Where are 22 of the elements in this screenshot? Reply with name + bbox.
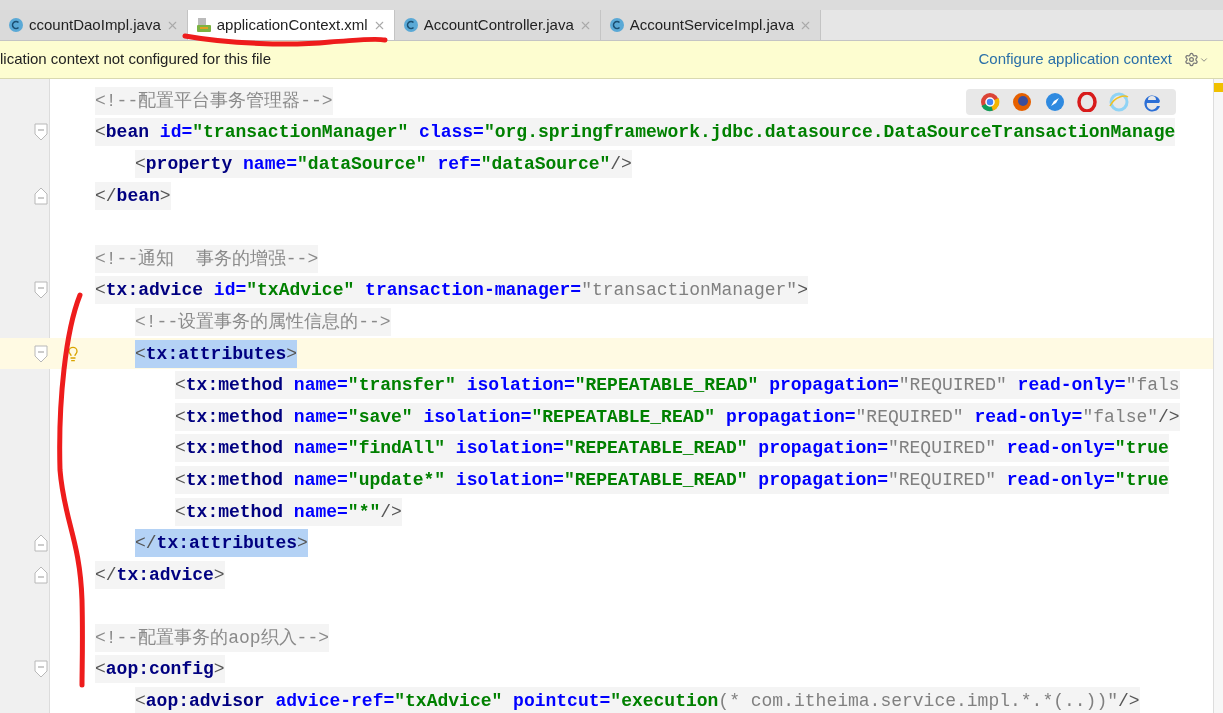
compass-icon[interactable] [1044, 92, 1065, 112]
editor-tab[interactable]: AccountServiceImpl.java [600, 10, 821, 40]
xml-file-icon [195, 17, 212, 33]
browser-icon[interactable] [980, 92, 1001, 112]
editor-tab[interactable]: AccountController.java [394, 10, 601, 40]
class-file-icon [8, 17, 24, 33]
browser-icon[interactable] [1012, 92, 1033, 112]
banner-message: lication context not configured for this file [0, 49, 271, 70]
code-comment: <!--设置事务的属性信息的--> [135, 307, 391, 336]
settings-icon[interactable] [1184, 52, 1209, 67]
editor-tab[interactable]: applicationContext.xml [187, 10, 395, 40]
browser-icon[interactable] [1077, 92, 1098, 112]
editor-tab[interactable]: ccountDaoImpl.java [0, 10, 188, 40]
code-comment: <!--通知 事务的增强--> [95, 244, 319, 273]
class-file-icon [608, 17, 625, 33]
code-comment: <!--配置事务的aop织入--> [95, 623, 330, 652]
fold-start-icon[interactable] [34, 344, 48, 363]
configure-link[interactable]: Configure application context [978, 48, 1172, 71]
class-file-icon [402, 17, 419, 33]
code-comment: <!--配置平台事务管理器--> [95, 86, 333, 115]
browser-icon[interactable] [1141, 92, 1162, 112]
status-marker-icon [1214, 83, 1223, 92]
